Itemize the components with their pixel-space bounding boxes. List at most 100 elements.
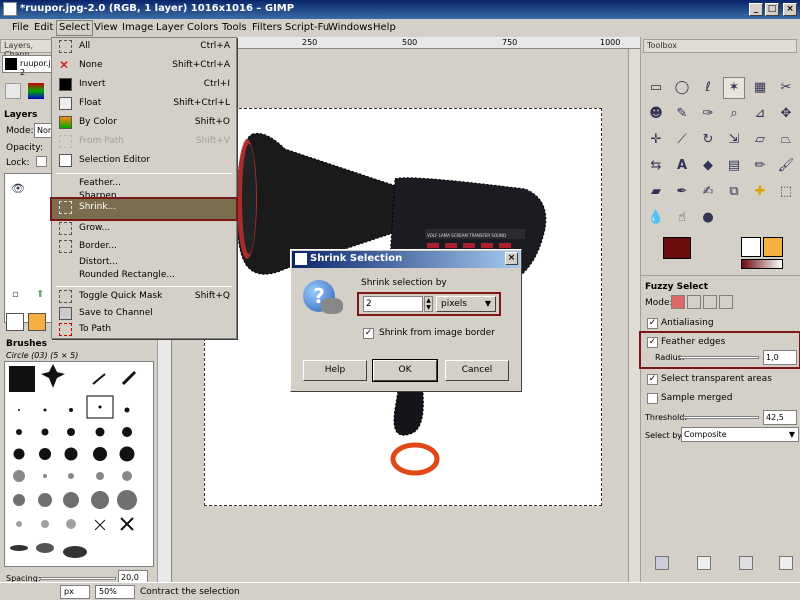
pattern-indicator[interactable] — [763, 237, 783, 257]
lock-alpha-checkbox[interactable] — [36, 156, 47, 167]
select-transparent-checkbox[interactable]: ✓ — [647, 374, 658, 385]
paths-icon[interactable]: ✎ — [671, 103, 693, 125]
align-icon[interactable]: ✛ — [645, 129, 667, 151]
menu-item-float[interactable]: Float Shift+Ctrl+L — [52, 95, 236, 113]
shrink-border-checkbox[interactable]: ✓ — [363, 328, 374, 339]
brush-indicator[interactable] — [741, 237, 761, 257]
close-button[interactable]: × — [783, 3, 797, 16]
menu-item-from-path[interactable]: From Path Shift+V — [52, 133, 236, 151]
blend-icon[interactable]: ▤ — [723, 155, 745, 177]
vertical-scrollbar[interactable] — [628, 49, 640, 582]
shear-icon[interactable]: ▱ — [749, 129, 771, 151]
sample-merged-checkbox[interactable] — [647, 393, 658, 404]
menu-windows[interactable]: Windows — [328, 22, 373, 33]
minimize-button[interactable]: _ — [749, 3, 763, 16]
ok-button[interactable]: OK — [372, 359, 438, 382]
select-by-dropdown[interactable]: Composite ▼ — [681, 427, 799, 442]
antialiasing-checkbox[interactable]: ✓ — [647, 318, 658, 329]
fuzzy-select-icon[interactable]: ✶ — [723, 77, 745, 99]
ink-icon[interactable]: ✍ — [697, 181, 719, 203]
new-layer-icon[interactable]: ▫ — [12, 289, 19, 300]
image-selector[interactable]: ruupor.jpg-2 — [2, 55, 64, 77]
channels-tab-icon[interactable] — [28, 83, 44, 99]
blur-icon[interactable]: 💧 — [645, 207, 667, 229]
menu-item-grow[interactable]: Grow... — [52, 220, 236, 238]
menu-item-rounded-rectangle[interactable]: Rounded Rectangle... — [52, 267, 236, 285]
value-spin-button[interactable]: ▲ ▼ — [424, 296, 433, 312]
cancel-button[interactable]: Cancel — [445, 360, 509, 381]
menu-item-by-color[interactable]: By Color Shift+O — [52, 114, 236, 132]
foreground-color-swatch[interactable] — [663, 237, 691, 259]
save-options-icon[interactable] — [655, 556, 669, 570]
menu-script-fu[interactable]: Script-Fu — [285, 22, 329, 33]
measure-icon[interactable]: ⊿ — [749, 103, 771, 125]
perspective-clone-icon[interactable]: ⬚ — [775, 181, 797, 203]
brushes-grid[interactable] — [4, 361, 154, 567]
menu-item-none[interactable]: ✕ None Shift+Ctrl+A — [52, 57, 236, 75]
mode-intersect-icon[interactable] — [719, 295, 733, 309]
brush-preview[interactable] — [6, 313, 24, 331]
menu-view[interactable]: View — [94, 22, 118, 33]
radius-value[interactable]: 1,0 — [763, 350, 797, 365]
menu-item-selection-editor[interactable]: Selection Editor — [52, 152, 236, 170]
ellipse-select-icon[interactable]: ◯ — [671, 77, 693, 99]
menu-item-all[interactable]: All Ctrl+A — [52, 38, 236, 56]
unit-selector[interactable]: px — [60, 585, 90, 599]
mode-add-icon[interactable] — [687, 295, 701, 309]
menu-item-toggle-quick-mask[interactable]: Toggle Quick Mask Shift+Q — [52, 288, 236, 306]
help-button[interactable]: Help — [303, 360, 367, 381]
rotate-icon[interactable]: ↻ — [697, 129, 719, 151]
eraser-icon[interactable]: ▰ — [645, 181, 667, 203]
color-picker-icon[interactable]: ✑ — [697, 103, 719, 125]
reset-options-icon[interactable] — [779, 556, 793, 570]
menu-select[interactable]: Select — [56, 20, 93, 36]
select-by-color-icon[interactable]: ▦ — [749, 77, 771, 99]
delete-options-icon[interactable] — [739, 556, 753, 570]
menu-file[interactable]: File — [12, 22, 29, 33]
flip-icon[interactable]: ⇆ — [645, 155, 667, 177]
zoom-selector[interactable]: 50% — [95, 585, 135, 599]
scale-icon[interactable]: ⇲ — [723, 129, 745, 151]
raise-layer-icon[interactable]: ⬆ — [36, 289, 44, 300]
menu-image[interactable]: Image — [122, 22, 153, 33]
shrink-value-input[interactable]: 2 — [363, 296, 423, 312]
gradient-indicator[interactable] — [741, 259, 783, 269]
maximize-button[interactable]: □ — [765, 3, 779, 16]
heal-icon[interactable]: ✚ — [749, 181, 771, 203]
unit-select[interactable]: pixels ▼ — [436, 296, 496, 312]
airbrush-icon[interactable]: ✒ — [671, 181, 693, 203]
paintbrush-icon[interactable]: 🖌 — [775, 155, 797, 177]
restore-options-icon[interactable] — [697, 556, 711, 570]
menu-tools[interactable]: Tools — [222, 22, 247, 33]
zoom-icon[interactable]: ⌕ — [723, 103, 745, 125]
crop-icon[interactable]: ⟋ — [671, 129, 693, 151]
threshold-value[interactable]: 42,5 — [763, 410, 797, 425]
menu-item-invert[interactable]: Invert Ctrl+I — [52, 76, 236, 94]
clone-icon[interactable]: ⧉ — [723, 181, 745, 203]
bucket-fill-icon[interactable]: ◆ — [697, 155, 719, 177]
scissors-icon[interactable]: ✂ — [775, 77, 797, 99]
menu-layer[interactable]: Layer — [156, 22, 184, 33]
dodge-burn-icon[interactable]: ● — [697, 207, 719, 229]
lasso-icon[interactable]: ℓ — [697, 77, 719, 99]
rect-select-icon[interactable]: ▭ — [645, 77, 667, 99]
move-icon[interactable]: ✥ — [775, 103, 797, 125]
dialog-close-button[interactable]: × — [505, 252, 518, 265]
layers-tab-icon[interactable] — [5, 83, 21, 99]
layers-dock-tab[interactable]: Layers, Chann — [0, 39, 56, 59]
foreground-select-icon[interactable]: ☻ — [645, 103, 667, 125]
mode-subtract-icon[interactable] — [703, 295, 717, 309]
radius-slider[interactable] — [679, 356, 759, 359]
pattern-preview[interactable] — [28, 313, 46, 331]
pencil-icon[interactable]: ✏ — [749, 155, 771, 177]
menu-help[interactable]: Help — [373, 22, 396, 33]
layers-list[interactable]: 👁 — [4, 173, 56, 323]
feather-edges-checkbox[interactable]: ✓ — [647, 337, 658, 348]
menu-colors[interactable]: Colors — [187, 22, 218, 33]
perspective-icon[interactable]: ⏢ — [775, 129, 797, 151]
menu-item-to-path[interactable]: To Path — [52, 321, 236, 339]
mode-replace-icon[interactable] — [671, 295, 685, 309]
smudge-icon[interactable]: ☝ — [671, 207, 693, 229]
menu-edit[interactable]: Edit — [34, 22, 53, 33]
text-tool-icon[interactable]: A — [671, 155, 693, 177]
